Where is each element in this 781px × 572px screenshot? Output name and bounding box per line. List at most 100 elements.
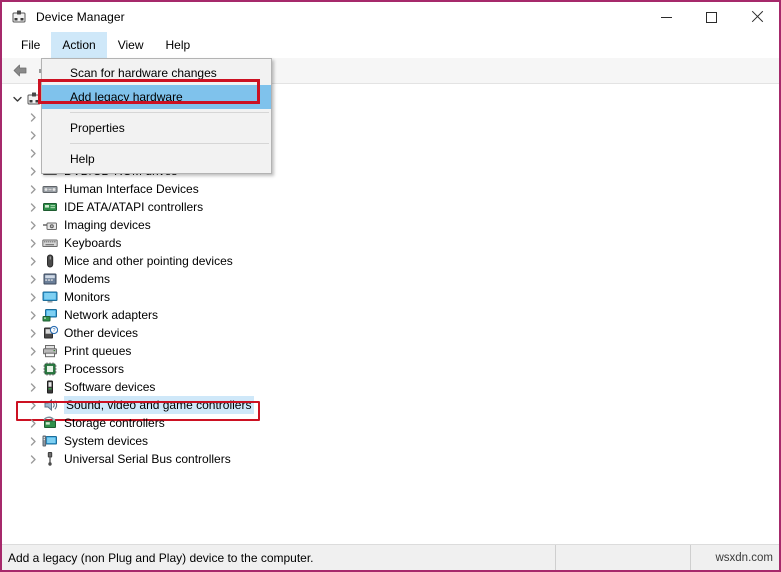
storage-controller-icon [42, 415, 58, 431]
tree-item-system-devices[interactable]: System devices [2, 432, 779, 450]
tree-item-modems[interactable]: Modems [2, 270, 779, 288]
chevron-right-icon[interactable] [26, 126, 40, 144]
tree-item-label: Other devices [64, 325, 138, 341]
monitor-icon [42, 289, 58, 305]
tree-item-label: Imaging devices [64, 217, 151, 233]
maximize-button[interactable] [689, 2, 734, 32]
tree-item-human-interface-devices[interactable]: Human Interface Devices [2, 180, 779, 198]
back-arrow-icon [12, 63, 29, 78]
chevron-right-icon[interactable] [26, 180, 40, 198]
tree-item-software-devices[interactable]: Software devices [2, 378, 779, 396]
processor-icon [42, 361, 58, 377]
chevron-right-icon[interactable] [26, 198, 40, 216]
chevron-right-icon[interactable] [26, 216, 40, 234]
menu-item-scan-for-hardware-changes[interactable]: Scan for hardware changes [42, 61, 271, 85]
ide-controller-icon [42, 199, 58, 215]
tree-item-print-queues[interactable]: Print queues [2, 342, 779, 360]
printer-icon [42, 343, 58, 359]
tree-item-keyboards[interactable]: Keyboards [2, 234, 779, 252]
window-title: Device Manager [36, 10, 125, 24]
maximize-icon [706, 12, 717, 23]
chevron-right-icon[interactable] [26, 450, 40, 468]
menu-view[interactable]: View [107, 32, 155, 58]
tree-item-label: Keyboards [64, 235, 121, 251]
watermark: wsxdn.com [691, 545, 779, 570]
close-icon [751, 11, 763, 23]
tree-item-storage-controllers[interactable]: Storage controllers [2, 414, 779, 432]
usb-controller-icon [42, 451, 58, 467]
other-device-icon: ? [42, 325, 58, 341]
computer-root-icon [26, 91, 42, 107]
tree-item-label: Software devices [64, 379, 155, 395]
tree-item-processors[interactable]: Processors [2, 360, 779, 378]
tree-item-network-adapters[interactable]: Network adapters [2, 306, 779, 324]
tree-item-label: Print queues [64, 343, 131, 359]
chevron-right-icon[interactable] [26, 360, 40, 378]
minimize-icon [661, 17, 672, 18]
tree-item-mice-and-other-pointing-devices[interactable]: Mice and other pointing devices [2, 252, 779, 270]
menu-separator-1 [70, 112, 269, 113]
device-manager-window: Device Manager File Action View Help [0, 0, 781, 572]
tree-item-label: IDE ATA/ATAPI controllers [64, 199, 203, 215]
chevron-right-icon[interactable] [26, 396, 40, 414]
chevron-down-icon[interactable] [10, 90, 24, 108]
status-message: Add a legacy (non Plug and Play) device … [2, 545, 556, 570]
status-bar: Add a legacy (non Plug and Play) device … [2, 544, 779, 570]
back-button[interactable] [8, 60, 32, 82]
network-adapter-icon [42, 307, 58, 323]
tree-item-ide-ata-atapi-controllers[interactable]: IDE ATA/ATAPI controllers [2, 198, 779, 216]
tree-item-label: Human Interface Devices [64, 181, 199, 197]
chevron-right-icon[interactable] [26, 342, 40, 360]
title-bar: Device Manager [2, 2, 779, 32]
close-button[interactable] [734, 2, 779, 32]
tree-item-label: Universal Serial Bus controllers [64, 451, 231, 467]
chevron-right-icon[interactable] [26, 234, 40, 252]
tree-item-label: Sound, video and game controllers [64, 396, 254, 414]
hid-icon [42, 181, 58, 197]
tree-item-label: Monitors [64, 289, 110, 305]
status-pane [556, 545, 691, 570]
menu-item-help[interactable]: Help [42, 147, 271, 171]
menu-item-add-legacy-hardware[interactable]: Add legacy hardware [42, 85, 271, 109]
chevron-right-icon[interactable] [26, 414, 40, 432]
chevron-right-icon[interactable] [26, 270, 40, 288]
menu-action[interactable]: Action [51, 32, 106, 58]
tree-item-label: Modems [64, 271, 110, 287]
menu-file[interactable]: File [10, 32, 51, 58]
menu-separator-2 [70, 143, 269, 144]
tree-item-monitors[interactable]: Monitors [2, 288, 779, 306]
tree-item-label: Network adapters [64, 307, 158, 323]
tree-item-label: Processors [64, 361, 124, 377]
chevron-right-icon[interactable] [26, 378, 40, 396]
sound-controller-icon [42, 397, 58, 413]
device-manager-icon [11, 9, 27, 25]
tree-item-other-devices[interactable]: ? Other devices [2, 324, 779, 342]
chevron-right-icon[interactable] [26, 324, 40, 342]
chevron-right-icon[interactable] [26, 288, 40, 306]
software-device-icon [42, 379, 58, 395]
mouse-icon [42, 253, 58, 269]
system-device-icon [42, 433, 58, 449]
tree-item-imaging-devices[interactable]: Imaging devices [2, 216, 779, 234]
tree-item-label: Mice and other pointing devices [64, 253, 233, 269]
action-dropdown-menu[interactable]: Scan for hardware changes Add legacy har… [41, 58, 272, 174]
chevron-right-icon[interactable] [26, 306, 40, 324]
window-controls [644, 2, 779, 32]
menu-item-properties[interactable]: Properties [42, 116, 271, 140]
imaging-device-icon [42, 217, 58, 233]
svg-text:?: ? [53, 328, 56, 334]
menu-bar: File Action View Help [2, 32, 779, 58]
chevron-right-icon[interactable] [26, 252, 40, 270]
tree-item-label: System devices [64, 433, 148, 449]
chevron-right-icon[interactable] [26, 144, 40, 162]
minimize-button[interactable] [644, 2, 689, 32]
tree-item-label: Storage controllers [64, 415, 165, 431]
tree-item-sound-video-and-game-controllers[interactable]: Sound, video and game controllers [2, 396, 779, 414]
chevron-right-icon[interactable] [26, 432, 40, 450]
chevron-right-icon[interactable] [26, 162, 40, 180]
modem-icon [42, 271, 58, 287]
tree-item-universal-serial-bus-controllers[interactable]: Universal Serial Bus controllers [2, 450, 779, 468]
menu-help[interactable]: Help [155, 32, 202, 58]
keyboard-icon [42, 235, 58, 251]
chevron-right-icon[interactable] [26, 108, 40, 126]
